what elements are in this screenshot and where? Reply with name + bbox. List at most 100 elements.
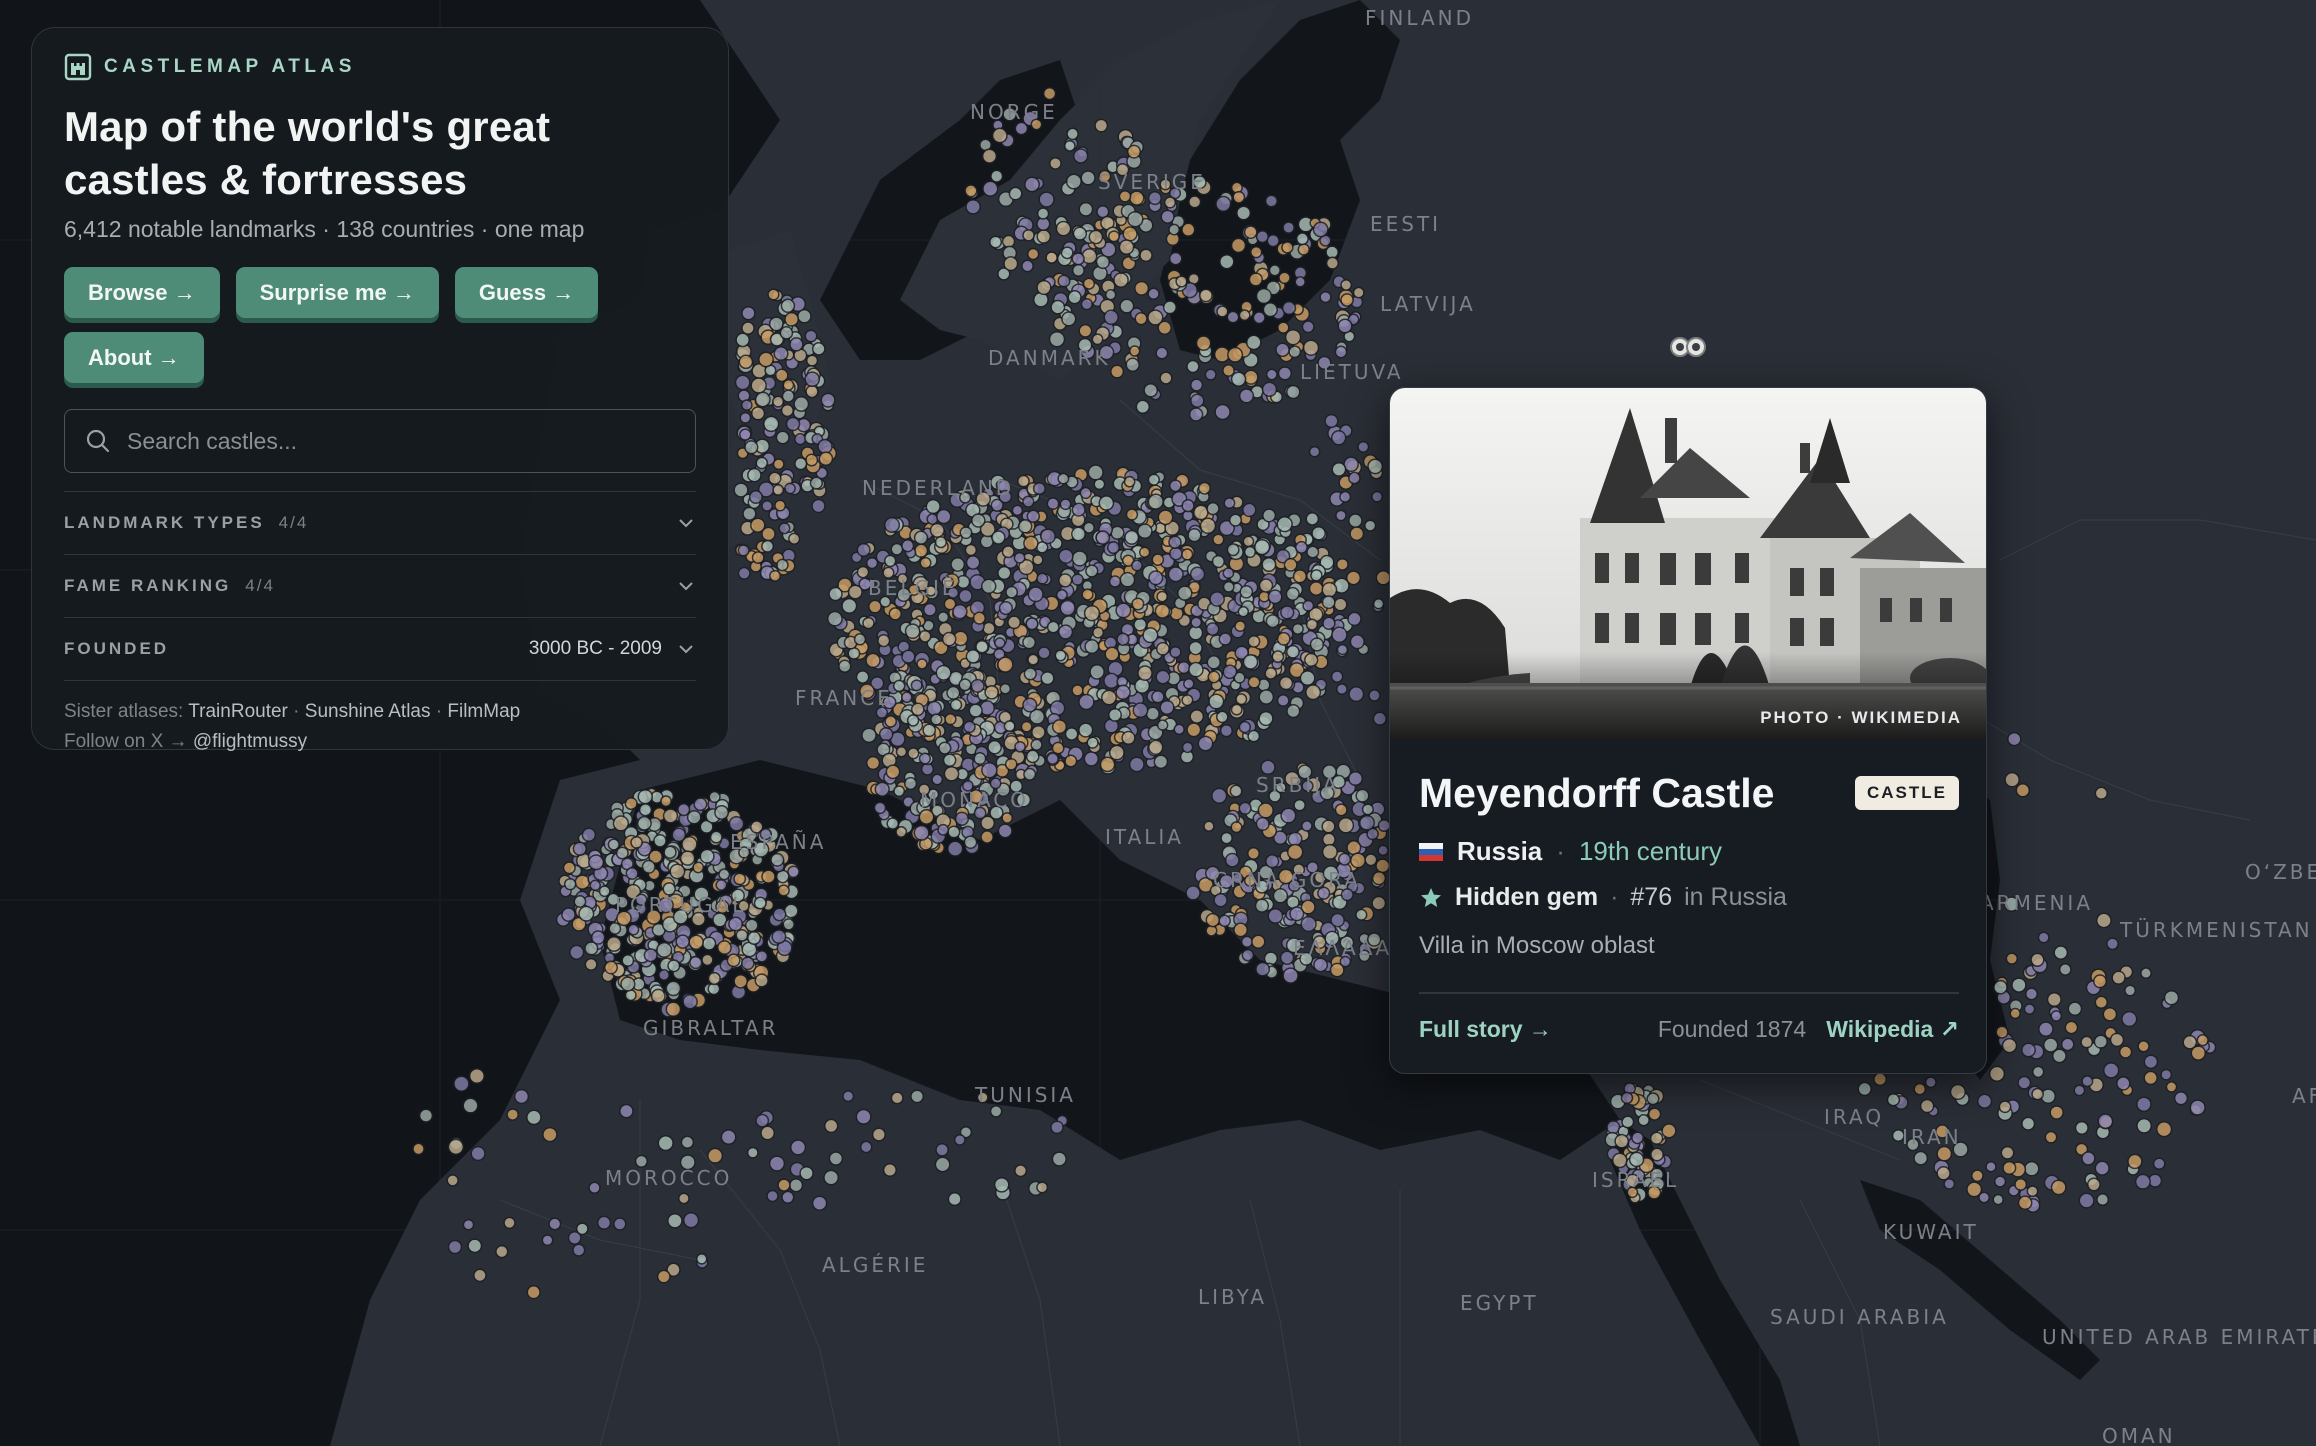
landmark-marker[interactable] xyxy=(779,326,794,340)
landmark-marker[interactable] xyxy=(739,411,752,424)
landmark-marker[interactable] xyxy=(877,633,891,648)
landmark-marker[interactable] xyxy=(1154,603,1171,619)
landmark-marker[interactable] xyxy=(2106,937,2119,951)
landmark-marker[interactable] xyxy=(1189,378,1204,392)
landmark-marker[interactable] xyxy=(769,569,782,582)
landmark-marker[interactable] xyxy=(1281,300,1297,316)
landmark-marker[interactable] xyxy=(1321,595,1336,610)
landmark-marker[interactable] xyxy=(1943,1177,1956,1190)
landmark-marker[interactable] xyxy=(1302,339,1320,356)
landmark-marker[interactable] xyxy=(572,841,587,856)
landmark-marker[interactable] xyxy=(993,1176,1010,1193)
landmark-marker[interactable] xyxy=(1168,479,1182,493)
landmark-marker[interactable] xyxy=(1036,207,1050,220)
landmark-marker[interactable] xyxy=(665,980,682,997)
landmark-marker[interactable] xyxy=(826,610,843,627)
landmark-marker[interactable] xyxy=(1299,670,1316,687)
landmark-marker[interactable] xyxy=(1286,703,1301,719)
landmark-marker[interactable] xyxy=(1226,310,1240,324)
landmark-marker[interactable] xyxy=(1614,1133,1630,1149)
landmark-marker[interactable] xyxy=(2081,1151,2096,1166)
landmark-marker[interactable] xyxy=(2097,1113,2114,1130)
landmark-marker[interactable] xyxy=(1023,667,1037,681)
landmark-marker[interactable] xyxy=(2058,963,2072,976)
landmark-marker[interactable] xyxy=(2038,1021,2054,1037)
landmark-marker[interactable] xyxy=(1321,832,1336,847)
landmark-marker[interactable] xyxy=(2014,1177,2028,1191)
landmark-marker[interactable] xyxy=(607,838,620,851)
landmark-marker[interactable] xyxy=(1306,545,1320,559)
landmark-marker[interactable] xyxy=(1283,557,1298,572)
landmark-marker[interactable] xyxy=(758,351,774,368)
landmark-marker[interactable] xyxy=(1213,892,1228,908)
landmark-marker[interactable] xyxy=(1372,711,1387,726)
landmark-marker[interactable] xyxy=(761,869,776,884)
landmark-marker[interactable] xyxy=(1285,586,1300,601)
landmark-marker[interactable] xyxy=(572,1243,586,1257)
landmark-marker[interactable] xyxy=(1352,286,1365,299)
landmark-marker[interactable] xyxy=(1371,490,1384,503)
landmark-marker[interactable] xyxy=(1285,644,1300,659)
landmark-marker[interactable] xyxy=(947,1192,962,1207)
landmark-marker[interactable] xyxy=(1057,274,1071,288)
landmark-marker[interactable] xyxy=(1209,591,1225,607)
landmark-marker[interactable] xyxy=(823,1118,839,1134)
landmark-marker[interactable] xyxy=(1071,263,1085,277)
landmark-marker[interactable] xyxy=(1367,458,1384,475)
landmark-marker[interactable] xyxy=(1084,639,1100,655)
landmark-marker[interactable] xyxy=(1302,599,1315,612)
landmark-marker[interactable] xyxy=(1051,719,1068,735)
landmark-marker[interactable] xyxy=(741,305,756,321)
landmark-marker[interactable] xyxy=(874,781,890,797)
landmark-marker[interactable] xyxy=(1157,509,1174,526)
landmark-marker[interactable] xyxy=(1219,253,1235,270)
landmark-marker[interactable] xyxy=(1151,553,1165,566)
landmark-marker[interactable] xyxy=(2042,1037,2059,1053)
landmark-marker[interactable] xyxy=(1368,689,1381,702)
surprise-me-button[interactable]: Surprise me → xyxy=(235,267,439,318)
landmark-marker[interactable] xyxy=(784,311,800,327)
landmark-marker[interactable] xyxy=(2001,1037,2018,1054)
landmark-marker[interactable] xyxy=(620,976,636,992)
landmark-marker[interactable] xyxy=(1258,689,1275,705)
landmark-marker[interactable] xyxy=(604,960,618,975)
landmark-marker[interactable] xyxy=(526,1285,541,1300)
landmark-marker[interactable] xyxy=(2046,991,2062,1008)
landmark-marker[interactable] xyxy=(1027,586,1044,603)
landmark-marker[interactable] xyxy=(1183,677,1195,690)
landmark-marker[interactable] xyxy=(750,377,767,394)
landmark-marker[interactable] xyxy=(1036,1181,1049,1194)
landmark-marker[interactable] xyxy=(900,691,913,704)
landmark-marker[interactable] xyxy=(906,714,920,727)
landmark-marker[interactable] xyxy=(1333,597,1348,612)
landmark-marker[interactable] xyxy=(1279,950,1295,965)
landmark-marker[interactable] xyxy=(963,720,976,734)
landmark-marker[interactable] xyxy=(1177,585,1193,601)
landmark-marker[interactable] xyxy=(1081,588,1094,601)
landmark-marker[interactable] xyxy=(1190,393,1205,408)
landmark-marker[interactable] xyxy=(446,1174,459,1187)
landmark-marker[interactable] xyxy=(935,1142,949,1157)
landmark-marker[interactable] xyxy=(1243,225,1258,240)
landmark-marker[interactable] xyxy=(773,345,789,362)
landmark-marker[interactable] xyxy=(982,621,996,636)
landmark-marker[interactable] xyxy=(608,922,622,935)
landmark-marker[interactable] xyxy=(688,934,704,950)
landmark-marker[interactable] xyxy=(1199,517,1217,535)
landmark-marker[interactable] xyxy=(1936,1166,1951,1181)
landmark-marker[interactable] xyxy=(1288,345,1302,359)
landmark-marker[interactable] xyxy=(1188,195,1202,209)
landmark-marker[interactable] xyxy=(1222,580,1235,593)
landmark-marker[interactable] xyxy=(947,825,961,839)
landmark-marker[interactable] xyxy=(1238,801,1252,815)
landmark-marker[interactable] xyxy=(1236,205,1252,221)
landmark-marker[interactable] xyxy=(2007,731,2022,747)
landmark-marker[interactable] xyxy=(990,169,1004,183)
landmark-marker[interactable] xyxy=(1085,564,1099,578)
landmark-marker[interactable] xyxy=(1005,585,1019,599)
landmark-marker[interactable] xyxy=(1016,474,1030,488)
about-button[interactable]: About → xyxy=(64,332,204,383)
landmark-marker[interactable] xyxy=(1173,723,1185,736)
landmark-marker[interactable] xyxy=(890,542,904,556)
landmark-marker[interactable] xyxy=(2049,1105,2064,1120)
